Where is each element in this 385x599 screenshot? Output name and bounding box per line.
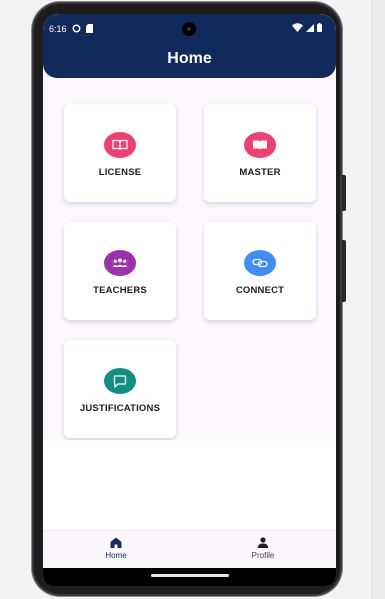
teachers-label: TEACHERS xyxy=(93,285,147,296)
justifications-card[interactable]: JUSTIFICATIONS xyxy=(64,340,176,438)
system-navigation-bar xyxy=(43,568,336,586)
justifications-icon-circle xyxy=(104,368,136,394)
chat-bubble-icon xyxy=(113,374,127,388)
book-icon xyxy=(253,140,267,150)
book-open-icon xyxy=(112,139,128,151)
status-bar-left: 6:16 xyxy=(49,23,93,35)
status-bar-right xyxy=(292,23,322,34)
sim-card-icon xyxy=(85,23,93,35)
license-icon-circle xyxy=(104,132,136,158)
sync-icon xyxy=(72,24,81,35)
page-title: Home xyxy=(167,50,212,67)
home-icon xyxy=(110,537,122,548)
group-icon xyxy=(112,258,128,267)
status-time: 6:16 xyxy=(49,24,67,34)
wifi-icon xyxy=(292,23,303,34)
license-card[interactable]: LICENSE xyxy=(64,104,176,202)
connect-card[interactable]: CONNECT xyxy=(204,222,316,320)
master-card[interactable]: MASTER xyxy=(204,104,316,202)
teachers-icon-circle xyxy=(104,250,136,276)
nav-item-home[interactable]: Home xyxy=(76,537,156,560)
signal-icon xyxy=(306,23,314,34)
teachers-card[interactable]: TEACHERS xyxy=(64,222,176,320)
nav-label-profile: Profile xyxy=(251,551,275,560)
power-button xyxy=(342,175,346,211)
license-label: LICENSE xyxy=(98,167,142,178)
master-icon-circle xyxy=(244,132,276,158)
bottom-navigation: Home Profile xyxy=(43,530,336,569)
link-icon xyxy=(252,258,268,268)
volume-button xyxy=(342,240,346,302)
nav-label-home: Home xyxy=(105,551,127,560)
justifications-label: JUSTIFICATIONS xyxy=(79,403,161,414)
front-camera xyxy=(182,22,196,36)
person-icon xyxy=(257,537,269,548)
nav-item-profile[interactable]: Profile xyxy=(223,537,303,560)
background-strip xyxy=(371,0,385,599)
app-bar: 6:16 Home xyxy=(43,14,336,78)
master-label: MASTER xyxy=(239,167,281,178)
connect-icon-circle xyxy=(244,250,276,276)
connect-label: CONNECT xyxy=(235,285,285,296)
battery-icon xyxy=(317,23,322,34)
gesture-handle[interactable] xyxy=(151,574,229,577)
screen: 6:16 Home LICENSE MASTER TEACHERS CONNEC… xyxy=(43,14,336,586)
empty-area xyxy=(43,440,336,530)
